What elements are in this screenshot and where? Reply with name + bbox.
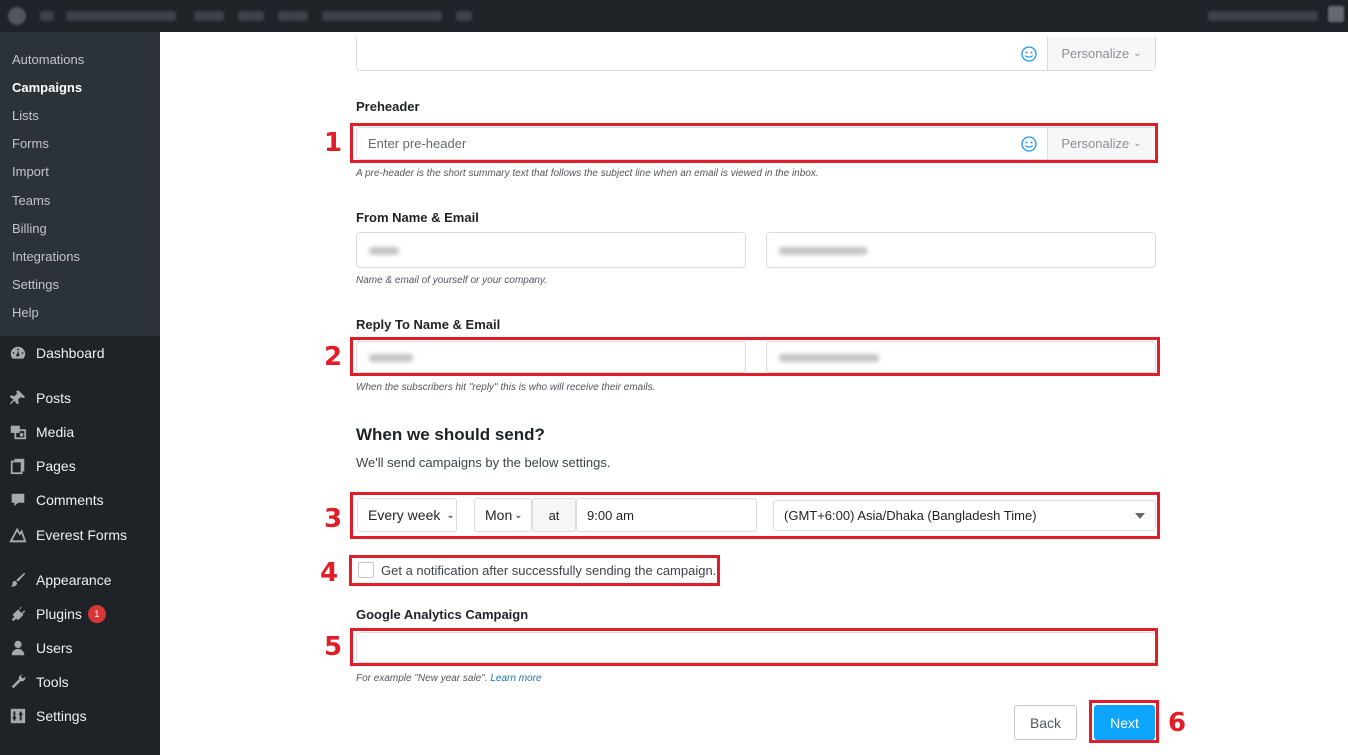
- sidebar-item-comments[interactable]: Comments: [0, 483, 160, 517]
- subject-personalize-dropdown[interactable]: Personalize ⌄: [1047, 37, 1155, 70]
- sidebar-item-tools[interactable]: Tools: [0, 665, 160, 699]
- annotation-box-5: [350, 628, 1158, 666]
- learn-more-link[interactable]: Learn more: [490, 673, 541, 684]
- sidebar-item-label: Pages: [36, 458, 76, 474]
- submenu-forms[interactable]: Forms: [12, 135, 49, 153]
- paintbrush-icon: [8, 570, 28, 590]
- sidebar-item-everest-forms[interactable]: Everest Forms: [0, 518, 160, 552]
- reply-to-label: Reply To Name & Email: [356, 317, 501, 332]
- sidebar-item-label: Comments: [36, 492, 104, 508]
- wordpress-logo-icon[interactable]: [8, 7, 26, 25]
- annotation-box-2: [350, 337, 1160, 376]
- sidebar-item-label: Dashboard: [36, 345, 105, 361]
- admin-sidebar: Automations Campaigns Lists Forms Import…: [0, 32, 160, 755]
- submenu-import[interactable]: Import: [12, 163, 49, 181]
- admin-bar: [0, 0, 1348, 32]
- sidebar-item-label: Users: [36, 640, 73, 656]
- schedule-heading: When we should send?: [356, 425, 545, 444]
- analytics-label: Google Analytics Campaign: [356, 607, 529, 622]
- submenu-campaigns[interactable]: Campaigns: [12, 79, 82, 97]
- campaign-settings-form: Personalize ⌄ Preheader Enter pre-header…: [160, 32, 1348, 755]
- sidebar-item-settings[interactable]: Settings: [0, 699, 160, 733]
- adminbar-extra-blurred[interactable]: [456, 11, 472, 21]
- submenu-integrations[interactable]: Integrations: [12, 248, 80, 266]
- chevron-down-icon: ⌄: [1133, 48, 1142, 59]
- everest-forms-icon: [8, 525, 28, 545]
- from-email-input[interactable]: [766, 232, 1156, 268]
- sidebar-item-label: Tools: [36, 674, 69, 690]
- back-button[interactable]: Back: [1014, 705, 1077, 740]
- annotation-box-4: [349, 555, 720, 586]
- from-help: Name & email of yourself or your company…: [356, 275, 548, 286]
- plugin-icon: [8, 604, 28, 624]
- sidebar-item-posts[interactable]: Posts: [0, 381, 160, 415]
- from-label: From Name & Email: [356, 210, 479, 225]
- sidebar-item-label: Settings: [36, 708, 87, 724]
- annotation-number-2: 2: [324, 342, 343, 372]
- updates-blurred[interactable]: [194, 11, 224, 21]
- site-name-blurred[interactable]: [66, 11, 176, 21]
- wrench-icon: [8, 672, 28, 692]
- from-name-input[interactable]: [356, 232, 746, 268]
- comments-icon: [8, 490, 28, 510]
- submenu-settings[interactable]: Settings: [12, 276, 59, 294]
- sidebar-item-appearance[interactable]: Appearance: [0, 563, 160, 597]
- settings-icon: [8, 706, 28, 726]
- schedule-subtext: We'll send campaigns by the below settin…: [356, 455, 611, 470]
- preheader-label: Preheader: [356, 99, 420, 114]
- annotation-number-6: 6: [1168, 708, 1187, 738]
- submenu-lists[interactable]: Lists: [12, 107, 39, 125]
- sidebar-item-plugins[interactable]: Plugins 1: [0, 597, 160, 631]
- annotation-number-4: 4: [320, 558, 339, 588]
- sidebar-item-label: Media: [36, 424, 75, 440]
- subject-input[interactable]: Personalize ⌄: [356, 37, 1156, 71]
- sidebar-item-label: Plugins: [36, 606, 82, 622]
- plugin-submenu: Automations Campaigns Lists Forms Import…: [0, 32, 160, 336]
- adminbar-items-blurred[interactable]: [322, 11, 442, 21]
- analytics-help: For example "New year sale". Learn more: [356, 673, 542, 684]
- annotation-box-1: [350, 123, 1158, 163]
- comments-blurred[interactable]: [238, 11, 264, 21]
- site-icon[interactable]: [40, 11, 54, 21]
- account-blurred[interactable]: [1208, 11, 1318, 21]
- sidebar-item-pages[interactable]: Pages: [0, 449, 160, 483]
- reply-to-help: When the subscribers hit "reply" this is…: [356, 382, 656, 393]
- from-email-blurred: [779, 247, 867, 255]
- sidebar-item-label: Appearance: [36, 572, 112, 588]
- preheader-help: A pre-header is the short summary text t…: [356, 168, 819, 179]
- new-blurred[interactable]: [278, 11, 308, 21]
- update-count-badge: 1: [87, 605, 106, 623]
- submenu-billing[interactable]: Billing: [12, 220, 47, 238]
- personalize-label: Personalize: [1061, 46, 1130, 61]
- sidebar-item-users[interactable]: Users: [0, 631, 160, 665]
- annotation-number-1: 1: [324, 128, 343, 158]
- users-icon: [8, 638, 28, 658]
- emoji-icon[interactable]: [1021, 45, 1037, 62]
- sidebar-item-dashboard[interactable]: Dashboard: [0, 336, 160, 370]
- media-icon: [8, 422, 28, 442]
- submenu-automations[interactable]: Automations: [12, 51, 84, 69]
- submenu-help[interactable]: Help: [12, 304, 39, 322]
- sidebar-item-label: Everest Forms: [36, 527, 128, 543]
- analytics-help-text: For example "New year sale".: [356, 673, 488, 684]
- sidebar-item-media[interactable]: Media: [0, 415, 160, 449]
- avatar[interactable]: [1328, 6, 1344, 22]
- pin-icon: [8, 388, 28, 408]
- annotation-number-5: 5: [324, 632, 343, 662]
- annotation-box-6: [1089, 700, 1159, 743]
- from-name-blurred: [369, 247, 399, 255]
- sidebar-item-label: Posts: [36, 390, 72, 406]
- pages-icon: [8, 456, 28, 476]
- annotation-number-3: 3: [324, 504, 343, 534]
- annotation-box-3: [350, 492, 1160, 539]
- dashboard-icon: [8, 343, 28, 363]
- submenu-teams[interactable]: Teams: [12, 192, 50, 210]
